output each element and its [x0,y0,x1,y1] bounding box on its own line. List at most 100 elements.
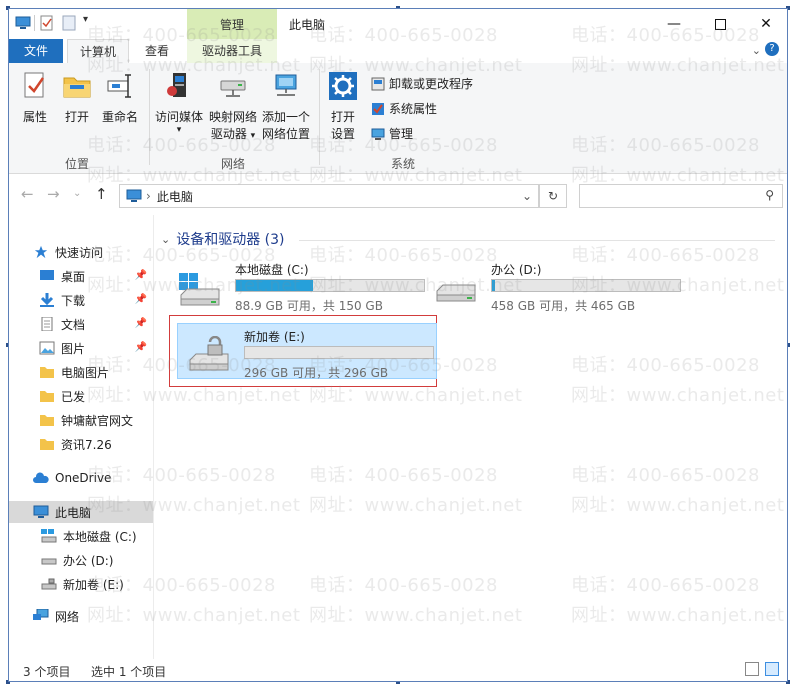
map-drive-dropdown-icon: ▾ [250,131,256,141]
nav-pictures[interactable]: 图片 📌 [9,337,153,359]
forward-icon[interactable]: → [47,185,60,203]
drive-space-info: 458 GB 可用，共 465 GB [491,299,636,313]
group-label-network: 网络 [221,157,246,171]
context-tab-group-label: 管理 [219,18,244,32]
add-network-location-button[interactable]: 添加一个 网络位置 [259,71,313,143]
pc-icon [33,505,49,518]
content-pane: ⌄ 设备和驱动器 (3) 本地磁盘 (C:) 88.9 GB 可用，共 150 … [159,219,787,659]
nav-label: 已发 [61,389,86,404]
tab-file[interactable]: 文件 [9,39,63,63]
open-button[interactable]: 打开 [57,71,97,126]
system-properties-label: 系统属性 [389,102,438,116]
properties-quick-icon[interactable] [39,15,55,31]
drive-name: 办公 (D:) [491,263,542,277]
pin-icon[interactable]: 📌 [135,342,147,353]
pin-icon[interactable]: 📌 [135,318,147,329]
up-icon[interactable]: ↑ [95,185,108,203]
open-settings-button[interactable]: 打开 设置 [323,71,363,143]
address-bar[interactable]: › 此电脑 ⌄ [119,184,539,208]
rename-button[interactable]: 重命名 [97,71,143,126]
nav-desktop[interactable]: 桌面 📌 [9,265,153,287]
minimize-icon: — [667,16,681,32]
uninstall-label: 卸载或更改程序 [389,77,474,91]
nav-downloads[interactable]: 下载 📌 [9,289,153,311]
map-network-drive-icon [220,80,246,97]
minimize-button[interactable]: — [651,9,697,39]
close-button[interactable]: ✕ [743,9,787,39]
nav-label: 资讯7.26 [61,437,112,452]
properties-button[interactable]: 属性 [15,71,55,126]
pin-icon[interactable]: 📌 [135,270,147,281]
picture-icon [39,341,55,355]
navigation-bar: ← → ⌄ ↑ › 此电脑 ⌄ ↻ ⚲ [9,175,787,215]
maximize-button[interactable] [697,9,743,39]
pc-icon[interactable] [15,15,31,31]
back-icon[interactable]: ← [21,185,34,203]
breadcrumb-chevron-icon[interactable]: › [146,189,151,203]
add-network-location-label-1: 添加一个 [261,110,310,124]
rename-icon [107,74,131,98]
desktop-icon [40,270,54,280]
drive-tile-e[interactable]: 新加卷 (E:) 296 GB 可用，共 296 GB [177,323,437,380]
map-network-drive-button[interactable]: 映射网络 驱动器 ▾ [207,71,259,145]
large-icons-view-icon[interactable] [765,662,779,676]
nav-label: 下载 [61,293,86,308]
status-selection: 选中 1 个项目 [91,665,167,679]
windows-drive-icon [41,529,57,543]
new-folder-quick-icon[interactable] [61,15,77,31]
address-dropdown-icon[interactable]: ⌄ [522,189,532,203]
gear-icon [329,72,357,100]
ribbon-tabs: 文件 计算机 查看 驱动器工具 ⌄ ? [9,39,787,65]
nav-network[interactable]: 网络 [9,605,153,627]
navigation-pane: 快速访问 桌面 📌 下载 📌 文档 📌 图片 📌 电脑图片 已发 钟墉献官网文 … [9,215,154,659]
usage-fill [236,280,314,291]
search-icon: ⚲ [765,188,774,202]
details-view-icon[interactable] [745,662,759,676]
tab-computer[interactable]: 计算机 [67,39,129,65]
drive-tile-d[interactable]: 办公 (D:) 458 GB 可用，共 465 GB [425,257,685,313]
nav-drive-e[interactable]: 新加卷 (E:) [9,573,153,595]
nav-folder[interactable]: 资讯7.26 [9,433,153,455]
nav-folder[interactable]: 钟墉献官网文 [9,409,153,431]
system-properties-button[interactable]: 系统属性 [371,100,437,117]
windows-drive-icon [179,273,220,306]
drive-tile-c[interactable]: 本地磁盘 (C:) 88.9 GB 可用，共 150 GB [169,257,429,313]
nav-label: 桌面 [61,269,86,284]
window-title: 此电脑 [289,18,326,32]
tab-view[interactable]: 查看 [133,39,181,63]
breadcrumb-this-pc[interactable]: 此电脑 [157,188,193,205]
recent-locations-icon[interactable]: ⌄ [73,188,81,199]
help-icon[interactable]: ? [765,42,779,56]
nav-folder[interactable]: 已发 [9,385,153,407]
chevron-down-icon: ⌄ [161,232,171,246]
search-input[interactable]: ⚲ [579,184,783,208]
section-devices-and-drives[interactable]: ⌄ 设备和驱动器 (3) [161,229,285,249]
folder-icon [40,439,54,450]
collapse-ribbon-icon[interactable]: ⌄ [752,44,761,57]
usage-bar [244,346,434,359]
section-divider [299,240,775,241]
nav-documents[interactable]: 文档 📌 [9,313,153,335]
refresh-button[interactable]: ↻ [539,184,567,208]
manage-button[interactable]: 管理 [371,125,413,142]
status-bar: 3 个项目 选中 1 个项目 [9,659,787,681]
nav-label: 图片 [61,341,86,356]
nav-label: 钟墉献官网文 [61,413,134,428]
nav-drive-d[interactable]: 办公 (D:) [9,549,153,571]
uninstall-program-button[interactable]: 卸载或更改程序 [371,75,473,92]
drive-name: 新加卷 (E:) [244,330,305,344]
nav-folder[interactable]: 电脑图片 [9,361,153,383]
nav-label: 本地磁盘 (C:) [63,529,137,544]
pin-icon[interactable]: 📌 [135,294,147,305]
nav-drive-c[interactable]: 本地磁盘 (C:) [9,525,153,547]
nav-this-pc[interactable]: 此电脑 [9,501,153,523]
drive-icon [41,558,57,565]
access-media-button[interactable]: 访问媒体 ▾ [153,71,205,135]
group-label-system: 系统 [391,157,416,171]
tab-drive-tools[interactable]: 驱动器工具 [187,39,277,63]
nav-quick-access[interactable]: 快速访问 [9,241,153,263]
locked-drive-icon [189,336,229,371]
customize-quick-access-icon[interactable]: ▾ [83,14,88,25]
nav-onedrive[interactable]: OneDrive [9,467,153,489]
group-separator [149,69,150,165]
